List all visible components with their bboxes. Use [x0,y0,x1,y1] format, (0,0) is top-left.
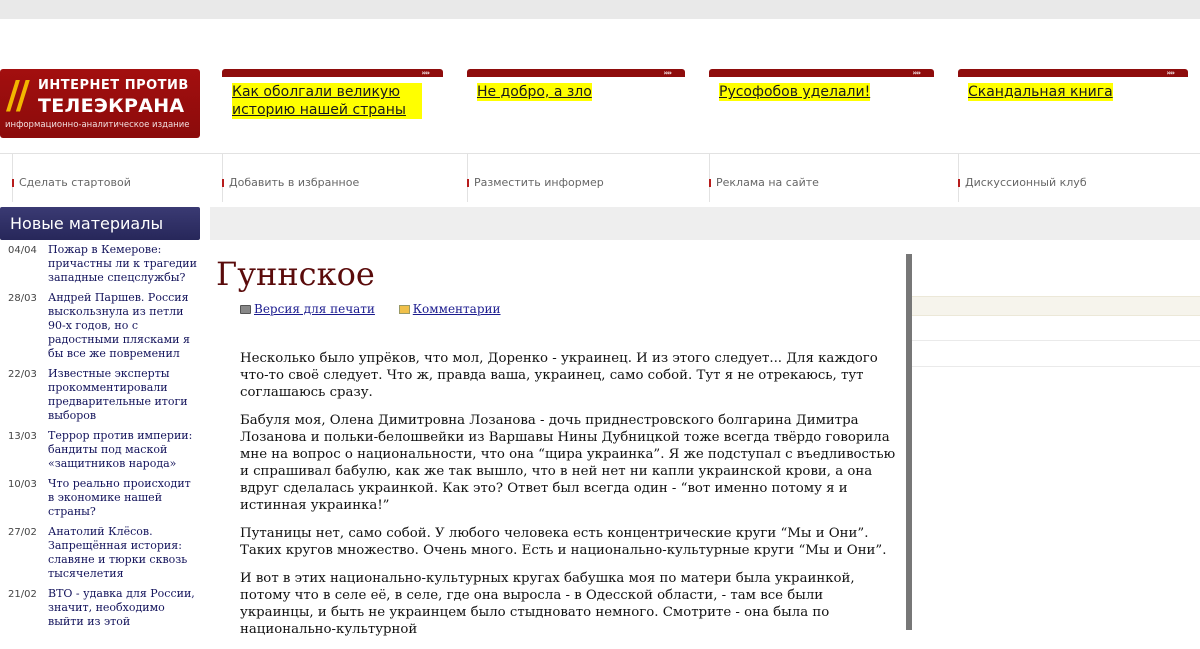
nav-marker-icon [222,179,224,187]
list-item: 04/04 Пожар в Кемерове: причастны ли к т… [0,243,200,285]
news-link[interactable]: Террор против империи: бандиты под маско… [48,429,198,471]
article-tools: Версия для печати Комментарии [240,302,521,316]
nav-marker-icon [709,179,711,187]
logo-line-2: ТЕЛЕЭКРАНА [38,95,185,117]
news-link[interactable]: Пожар в Кемерове: причастны ли к трагеди… [48,243,198,285]
promo-link-1[interactable]: Как оболгали великую историю нашей стран… [232,83,422,119]
top-strip [0,0,1200,19]
nav-add-favorites[interactable]: Добавить в избранное [222,154,359,202]
news-list: 04/04 Пожар в Кемерове: причастны ли к т… [0,240,200,629]
nav-marker-icon [958,179,960,187]
news-link[interactable]: Что реально происходит в экономике нашей… [48,477,198,519]
nav-advertising[interactable]: Реклама на сайте [709,154,819,202]
promo-block-2: ›››› Не добро, а зло [467,69,685,129]
nav-place-informer[interactable]: Разместить информер [467,154,604,202]
right-column-band [912,340,1200,367]
utility-nav: Сделать стартовой Добавить в избранное Р… [0,153,1200,202]
nav-marker-icon [467,179,469,187]
sidebar-title: Новые материалы [0,207,200,240]
article-paragraph: Несколько было упрёков, что мол, Доренко… [240,351,878,400]
promo-link-3[interactable]: Русофобов уделали! [719,83,871,101]
news-date: 27/02 [8,527,37,538]
news-link[interactable]: Известные эксперты прокомментировали пре… [48,367,198,423]
list-item: 21/02 ВТО - удавка для России, значит, н… [0,587,200,629]
news-date: 22/03 [8,369,37,380]
news-date: 10/03 [8,479,37,490]
news-link[interactable]: ВТО - удавка для России, значит, необход… [48,587,198,629]
promo-arrows-icon: ›››› [1166,69,1174,77]
promo-block-1: ›››› Как оболгали великую историю нашей … [222,69,443,129]
page-title: Гуннское [216,255,375,293]
right-column-band [912,296,1200,316]
article-paragraph: И вот в этих национально-культурных круг… [240,571,855,637]
nav-marker-icon [12,179,14,187]
nav-set-homepage[interactable]: Сделать стартовой [12,154,131,202]
promo-link-4[interactable]: Скандальная книга [968,83,1113,101]
news-date: 13/03 [8,431,37,442]
logo-tagline: информационно-аналитическое издание [5,120,190,130]
news-link[interactable]: Андрей Паршев. Россия выскользнула из пе… [48,291,198,361]
comment-icon [398,305,410,314]
article-panel-shadow [906,254,912,630]
promo-link-2[interactable]: Не добро, а зло [477,83,592,101]
news-date: 28/03 [8,293,37,304]
list-item: 27/02 Анатолий Клёсов. Запрещённая истор… [0,525,200,581]
promo-arrows-icon: ›››› [663,69,671,77]
list-item: 13/03 Террор против империи: бандиты под… [0,429,200,471]
news-date: 04/04 [8,245,37,256]
content-header-strip [210,207,1200,240]
article-paragraph: Путаницы нет, само собой. У любого челов… [240,526,887,558]
promo-arrows-icon: ›››› [421,69,429,77]
promo-block-3: ›››› Русофобов уделали! [709,69,934,129]
logo-slashes: // [6,73,30,117]
promo-arrows-icon: ›››› [912,69,920,77]
news-link[interactable]: Анатолий Клёсов. Запрещённая история: сл… [48,525,198,581]
article-body: Несколько было упрёков, что мол, Доренко… [240,350,898,649]
promo-block-4: ›››› Скандальная книга [958,69,1188,129]
list-item: 28/03 Андрей Паршев. Россия выскользнула… [0,291,200,361]
news-date: 21/02 [8,589,37,600]
comments-link[interactable]: Комментарии [413,302,501,316]
printer-icon [240,305,251,314]
nav-discussion-club[interactable]: Дискуссионный клуб [958,154,1087,202]
list-item: 10/03 Что реально происходит в экономике… [0,477,200,519]
list-item: 22/03 Известные эксперты прокомментирова… [0,367,200,423]
article-paragraph: Бабуля моя, Олена Димитровна Лозанова - … [240,413,896,513]
print-version-link[interactable]: Версия для печати [254,302,375,316]
site-logo[interactable]: // ИНТЕРНЕТ ПРОТИВ ТЕЛЕЭКРАНА информацио… [0,69,200,138]
logo-line-1: ИНТЕРНЕТ ПРОТИВ [38,78,189,93]
